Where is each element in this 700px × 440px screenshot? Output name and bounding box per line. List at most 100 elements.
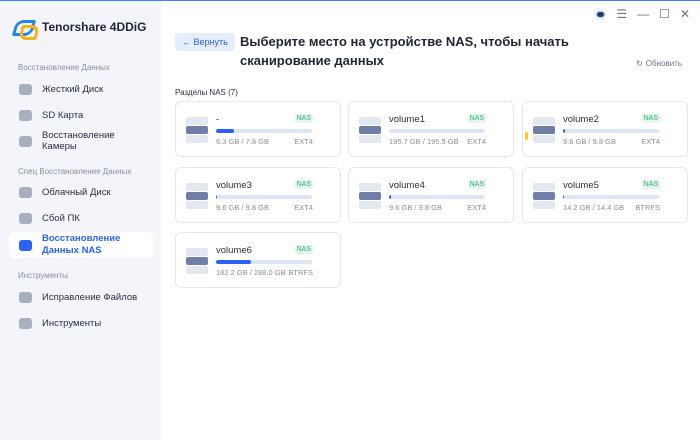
usage-bar: [216, 260, 312, 264]
sidebar-item-label: Исправление Файлов: [42, 291, 138, 303]
sidebar-item-pc-crash[interactable]: Сбой ПК: [9, 206, 152, 230]
sidebar-item-label: Жесткий Диск: [42, 83, 104, 95]
refresh-label: Обновить: [645, 59, 682, 68]
partition-size: 9.6 GB / 9.8 GB: [389, 203, 442, 212]
filesystem: EXT4: [641, 137, 660, 146]
back-button[interactable]: ← Вернуть: [175, 33, 235, 51]
nas-server-icon: [359, 183, 381, 209]
nas-badge: NAS: [294, 180, 313, 189]
sidebar-item-tools[interactable]: Инструменты: [9, 311, 152, 335]
partition-name: volume2: [563, 114, 599, 125]
partition-size: 9.6 GB / 9.8 GB: [216, 203, 269, 212]
app-logo: Tenorshare 4DDiG: [14, 18, 146, 36]
sidebar-item-sd-card[interactable]: SD Карта: [9, 103, 152, 127]
partition-name: volume3: [216, 180, 252, 191]
section-label: Восстановление Данных: [18, 63, 110, 72]
nas-badge: NAS: [294, 245, 313, 254]
sidebar-item-label: Инструменты: [42, 317, 102, 329]
nas-server-icon: [359, 117, 381, 143]
sidebar-item-label: Сбой ПК: [42, 212, 80, 224]
nas-server-icon: [186, 248, 208, 274]
maximize-icon[interactable]: ☐: [659, 7, 670, 21]
sidebar-item-hard-disk[interactable]: Жесткий Диск: [9, 77, 152, 101]
partition-name: volume1: [389, 114, 425, 125]
toolbox-icon: [19, 317, 32, 329]
cloud-icon: [19, 186, 32, 198]
nas-server-icon: [533, 183, 555, 209]
usage-bar: [389, 195, 485, 199]
partition-card[interactable]: volume3 NAS 9.6 GB / 9.8 GB EXT4: [175, 167, 341, 223]
section-label: Инструменты: [18, 271, 68, 280]
filesystem: BTRFS: [635, 203, 660, 212]
filesystem: EXT4: [294, 203, 313, 212]
nas-badge: NAS: [294, 114, 313, 123]
main-panel: ☰ — ☐ ✕ ← Вернуть Выберите место на устр…: [161, 1, 700, 439]
sidebar-item-label: Восстановление Камеры: [42, 130, 115, 152]
partition-size: 195.7 GB / 195.9 GB: [389, 137, 459, 146]
usage-fill: [563, 195, 564, 199]
usage-bar: [563, 195, 659, 199]
partition-name: -: [216, 114, 220, 125]
sidebar: Tenorshare 4DDiG Восстановление Данных Ж…: [0, 1, 161, 440]
nas-server-icon: [533, 117, 555, 143]
camera-icon: [19, 135, 32, 147]
window-controls: ☰ — ☐ ✕: [595, 7, 690, 21]
partition-name: volume6: [216, 245, 252, 256]
nas-badge: NAS: [467, 114, 486, 123]
sd-card-icon: [19, 109, 32, 121]
sidebar-item-cloud[interactable]: Облачный Диск: [9, 180, 152, 204]
menu-icon[interactable]: ☰: [616, 7, 627, 21]
logo-icon: [14, 18, 34, 36]
nas-badge: NAS: [467, 180, 486, 189]
section-label: Спец Восстановление Данных: [18, 167, 132, 176]
usage-fill: [216, 260, 251, 264]
nas-badge: NAS: [641, 180, 660, 189]
partition-card[interactable]: volume2 NAS 9.6 GB / 9.8 GB EXT4: [522, 101, 688, 157]
usage-fill: [216, 129, 235, 133]
sidebar-item-label: Облачный Диск: [42, 186, 111, 198]
partitions-label: Разделы NAS (7): [175, 88, 238, 97]
refresh-button[interactable]: ↻ Обновить: [636, 59, 682, 68]
minimize-icon[interactable]: —: [637, 7, 649, 21]
file-repair-icon: [19, 291, 32, 303]
filesystem: EXT4: [467, 203, 486, 212]
sidebar-item-nas[interactable]: Восстановление Данных NAS: [9, 232, 153, 258]
partition-card[interactable]: volume4 NAS 9.6 GB / 9.8 GB EXT4: [348, 167, 514, 223]
partition-card[interactable]: volume6 NAS 182.2 GB / 288.0 GB BTRFS: [175, 232, 341, 288]
sidebar-item-file-repair[interactable]: Исправление Файлов: [9, 285, 152, 309]
partition-size: 182.2 GB / 288.0 GB: [216, 268, 286, 277]
filesystem: EXT4: [294, 137, 313, 146]
partition-card[interactable]: volume5 NAS 14.2 GB / 14.4 GB BTRFS: [522, 167, 688, 223]
sidebar-item-camera[interactable]: Восстановление Камеры: [9, 129, 152, 153]
usage-bar: [216, 195, 312, 199]
partition-size: 6.3 GB / 7.8 GB: [216, 137, 269, 146]
nas-server-icon: [186, 117, 208, 143]
sidebar-item-label: SD Карта: [42, 109, 84, 121]
usage-fill: [389, 195, 391, 199]
usage-fill: [563, 129, 565, 133]
warning-marker: [525, 132, 528, 140]
partition-name: volume5: [563, 180, 599, 191]
usage-bar: [216, 129, 312, 133]
sidebar-item-label: Восстановление Данных NAS: [42, 233, 121, 256]
nas-server-icon: [186, 183, 208, 209]
usage-bar: [389, 129, 485, 133]
hard-disk-icon: [19, 83, 32, 95]
app-title: Tenorshare 4DDiG: [42, 20, 147, 34]
nas-icon: [19, 239, 32, 251]
usage-fill: [216, 195, 217, 199]
filesystem: BTRFS: [288, 268, 313, 277]
partition-size: 9.6 GB / 9.8 GB: [563, 137, 616, 146]
partition-card[interactable]: - NAS 6.3 GB / 7.8 GB EXT4: [175, 101, 341, 157]
nas-badge: NAS: [641, 114, 660, 123]
pc-crash-icon: [19, 212, 32, 224]
page-title: Выберите место на устройстве NAS, чтобы …: [240, 34, 569, 68]
close-icon[interactable]: ✕: [680, 7, 690, 21]
usage-bar: [563, 129, 659, 133]
partition-name: volume4: [389, 180, 425, 191]
partition-card[interactable]: volume1 NAS 195.7 GB / 195.9 GB EXT4: [348, 101, 514, 157]
partition-size: 14.2 GB / 14.4 GB: [563, 203, 625, 212]
refresh-icon: ↻: [636, 59, 643, 68]
filesystem: EXT4: [467, 137, 486, 146]
assistant-bot-icon[interactable]: [595, 9, 607, 19]
